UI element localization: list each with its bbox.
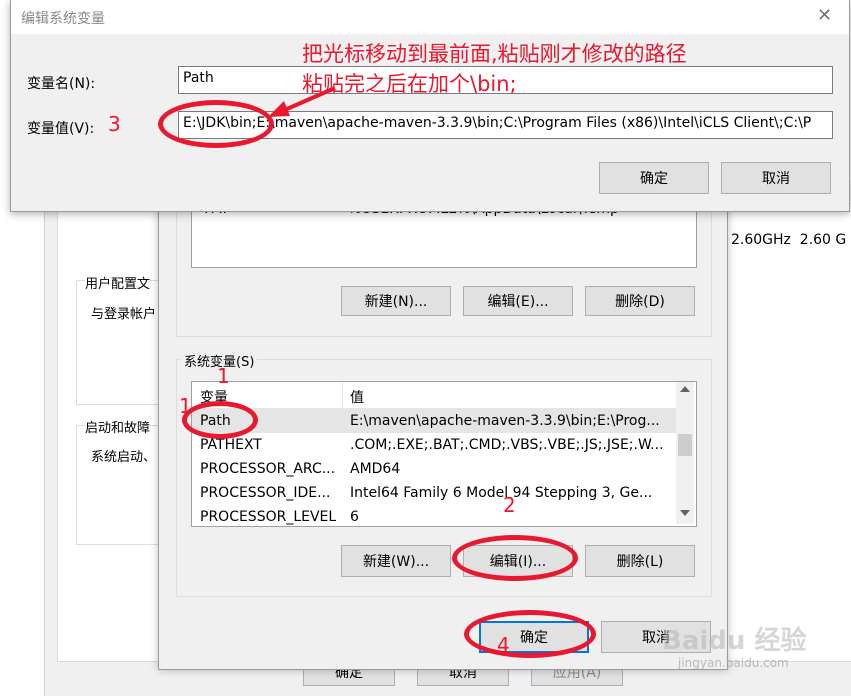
annotation-circle-ok-button bbox=[464, 610, 596, 658]
annotation-step-1b: 1 bbox=[179, 394, 192, 418]
annotation-step-1: 1 bbox=[217, 364, 230, 388]
annotation-step-4: 4 bbox=[497, 633, 510, 657]
annotation-step-3: 3 bbox=[108, 112, 121, 136]
annotation-circle-path-row bbox=[182, 401, 258, 439]
baidu-watermark-url: jingyan.baidu.com bbox=[678, 656, 789, 670]
annotation-circle-value-start bbox=[158, 100, 274, 148]
annotation-step-2: 2 bbox=[503, 493, 516, 517]
baidu-watermark-logo: Baidu 经验 bbox=[662, 626, 807, 656]
annotation-circle-edit-button bbox=[452, 535, 578, 581]
annotation-arrow-icon bbox=[268, 86, 336, 117]
